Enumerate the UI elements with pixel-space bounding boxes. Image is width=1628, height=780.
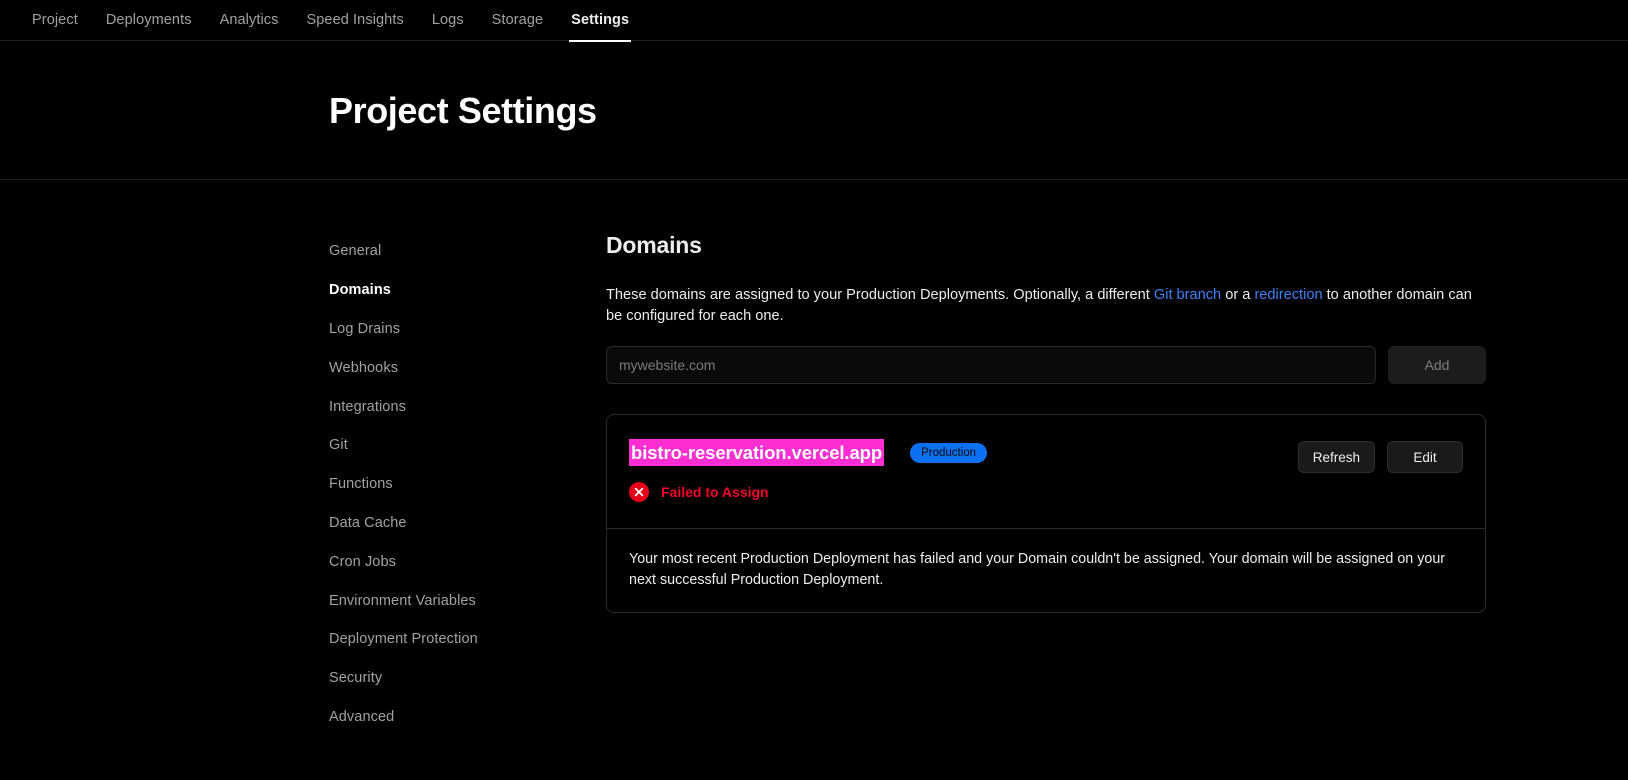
- top-navigation: Project Deployments Analytics Speed Insi…: [0, 0, 1628, 42]
- sidebar-item-security[interactable]: Security: [329, 659, 606, 698]
- domains-panel: Domains These domains are assigned to yo…: [606, 232, 1486, 736]
- redirection-link[interactable]: redirection: [1254, 287, 1322, 303]
- add-domain-form: Add: [606, 346, 1486, 384]
- sidebar-item-deployment-protection[interactable]: Deployment Protection: [329, 620, 606, 659]
- sidebar-item-data-cache[interactable]: Data Cache: [329, 504, 606, 543]
- nav-item-speed-insights[interactable]: Speed Insights: [293, 12, 418, 41]
- section-description: These domains are assigned to your Produ…: [606, 285, 1484, 326]
- sidebar-item-advanced[interactable]: Advanced: [329, 698, 606, 737]
- description-part-2: or a: [1221, 287, 1255, 303]
- domain-failure-note: Your most recent Production Deployment h…: [629, 551, 1446, 588]
- sidebar-item-cron-jobs[interactable]: Cron Jobs: [329, 542, 606, 581]
- git-branch-link[interactable]: Git branch: [1154, 287, 1221, 303]
- page-title: Project Settings: [329, 89, 597, 131]
- domain-status-row: Failed to Assign: [629, 482, 1298, 502]
- content-area: General Domains Log Drains Webhooks Inte…: [0, 180, 1628, 736]
- sidebar-item-domains[interactable]: Domains: [329, 271, 606, 310]
- domain-card-footer: Your most recent Production Deployment h…: [607, 529, 1485, 612]
- domain-card-info: bistro-reservation.vercel.app Production…: [629, 439, 1298, 502]
- domain-name[interactable]: bistro-reservation.vercel.app: [629, 439, 885, 466]
- domain-input[interactable]: [606, 346, 1376, 384]
- nav-item-settings[interactable]: Settings: [557, 12, 643, 42]
- sidebar-item-git[interactable]: Git: [329, 426, 606, 465]
- description-part-1: These domains are assigned to your Produ…: [606, 287, 1154, 303]
- production-badge: Production: [910, 442, 988, 463]
- domain-status-text: Failed to Assign: [661, 484, 769, 500]
- nav-item-analytics[interactable]: Analytics: [206, 12, 293, 41]
- error-circle-x-icon: [629, 482, 649, 502]
- sidebar-item-general[interactable]: General: [329, 232, 606, 271]
- sidebar-item-functions[interactable]: Functions: [329, 465, 606, 504]
- sidebar-item-environment-variables[interactable]: Environment Variables: [329, 581, 606, 620]
- section-title: Domains: [606, 232, 702, 258]
- page-header: Project Settings: [0, 41, 1628, 180]
- nav-item-project[interactable]: Project: [18, 12, 92, 41]
- domain-card-header: bistro-reservation.vercel.app Production…: [607, 415, 1485, 528]
- edit-button[interactable]: Edit: [1387, 441, 1463, 473]
- refresh-button[interactable]: Refresh: [1297, 441, 1375, 473]
- domain-card-actions: Refresh Edit: [1297, 439, 1463, 473]
- domain-card: bistro-reservation.vercel.app Production…: [606, 414, 1486, 613]
- settings-sidebar: General Domains Log Drains Webhooks Inte…: [329, 232, 606, 736]
- sidebar-item-log-drains[interactable]: Log Drains: [329, 310, 606, 349]
- add-domain-button[interactable]: Add: [1388, 346, 1486, 384]
- nav-item-storage[interactable]: Storage: [478, 12, 558, 41]
- domain-name-row: bistro-reservation.vercel.app Production: [629, 439, 1298, 466]
- sidebar-item-integrations[interactable]: Integrations: [329, 387, 606, 426]
- nav-item-logs[interactable]: Logs: [418, 12, 478, 41]
- sidebar-item-webhooks[interactable]: Webhooks: [329, 348, 606, 387]
- nav-item-deployments[interactable]: Deployments: [92, 12, 206, 41]
